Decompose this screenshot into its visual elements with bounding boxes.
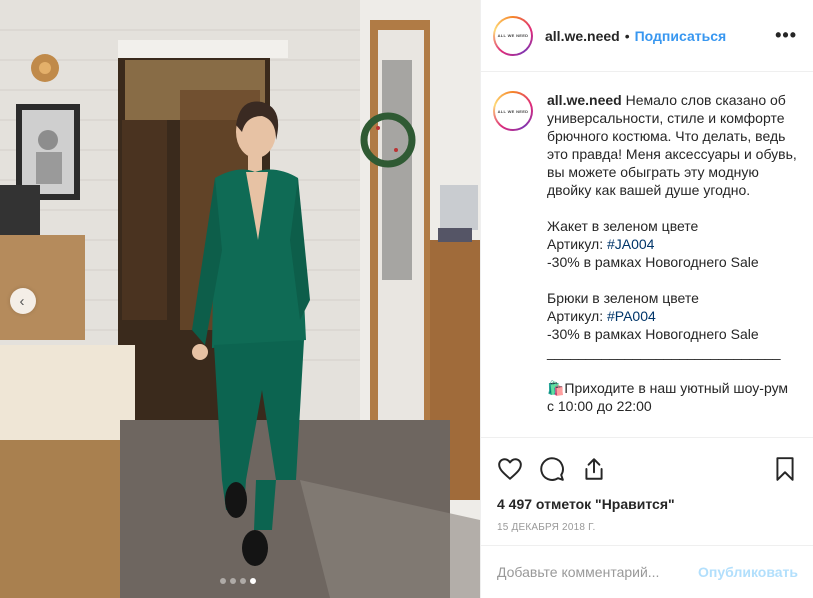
heart-icon[interactable] <box>497 456 523 482</box>
post-photo[interactable]: ‹ <box>0 0 480 598</box>
item2-article-label: Артикул: <box>547 308 607 324</box>
post-username[interactable]: all.we.need <box>545 28 620 44</box>
post-header: ALL WE NEED all.we.need • Подписаться ••… <box>481 0 813 72</box>
carousel-dot <box>220 578 226 584</box>
publish-button[interactable]: Опубликовать <box>698 564 798 580</box>
item2-sale: -30% в рамках Новогоднего Sale <box>547 326 759 342</box>
showroom-text: 🛍️Приходите в наш уютный шоу-рум с 10:00… <box>547 380 792 414</box>
hashtag-link[interactable]: #PA004 <box>607 308 656 324</box>
item1-article-label: Артикул: <box>547 236 607 252</box>
carousel-dot <box>230 578 236 584</box>
comment-input[interactable] <box>497 564 699 580</box>
comment-bar: Опубликовать <box>481 545 813 598</box>
avatar-logo-text: ALL WE NEED <box>497 33 529 38</box>
action-icons <box>497 438 798 500</box>
item2-title: Брюки в зеленом цвете <box>547 290 699 306</box>
comment-icon[interactable] <box>539 456 565 482</box>
carousel-prev-button[interactable]: ‹ <box>10 288 36 314</box>
photo-illustration <box>0 0 480 598</box>
follow-button[interactable]: Подписаться <box>635 28 727 44</box>
chevron-left-icon: ‹ <box>19 292 25 310</box>
carousel-indicator <box>220 578 256 584</box>
carousel-dot-active <box>250 578 256 584</box>
bookmark-icon[interactable] <box>772 456 798 482</box>
item1-title: Жакет в зеленом цвете <box>547 218 699 234</box>
more-icon[interactable]: ••• <box>775 25 797 46</box>
post-sidebar: ALL WE NEED all.we.need • Подписаться ••… <box>480 0 813 598</box>
avatar-logo-text: ALL WE NEED <box>497 108 529 114</box>
carousel-dot <box>240 578 246 584</box>
caption-username[interactable]: all.we.need <box>547 92 622 108</box>
post-actions: 4 497 отметок "Нравится" 15 декабря 2018… <box>481 437 813 559</box>
post-date[interactable]: 15 декабря 2018 г. <box>497 522 798 533</box>
caption-area: ALL WE NEED all.we.need Немало слов сказ… <box>481 73 813 437</box>
hashtag-link[interactable]: #JA004 <box>607 236 654 252</box>
item1-sale: -30% в рамках Новогоднего Sale <box>547 254 759 270</box>
caption-divider: ______________________________ <box>547 344 781 360</box>
avatar[interactable]: ALL WE NEED <box>493 15 533 56</box>
caption-avatar[interactable]: ALL WE NEED <box>493 91 533 131</box>
caption-text: all.we.need Немало слов сказано об униве… <box>547 91 798 437</box>
header-separator: • <box>624 27 630 44</box>
share-icon[interactable] <box>581 456 607 482</box>
likes-count[interactable]: 4 497 отметок "Нравится" <box>497 496 798 512</box>
